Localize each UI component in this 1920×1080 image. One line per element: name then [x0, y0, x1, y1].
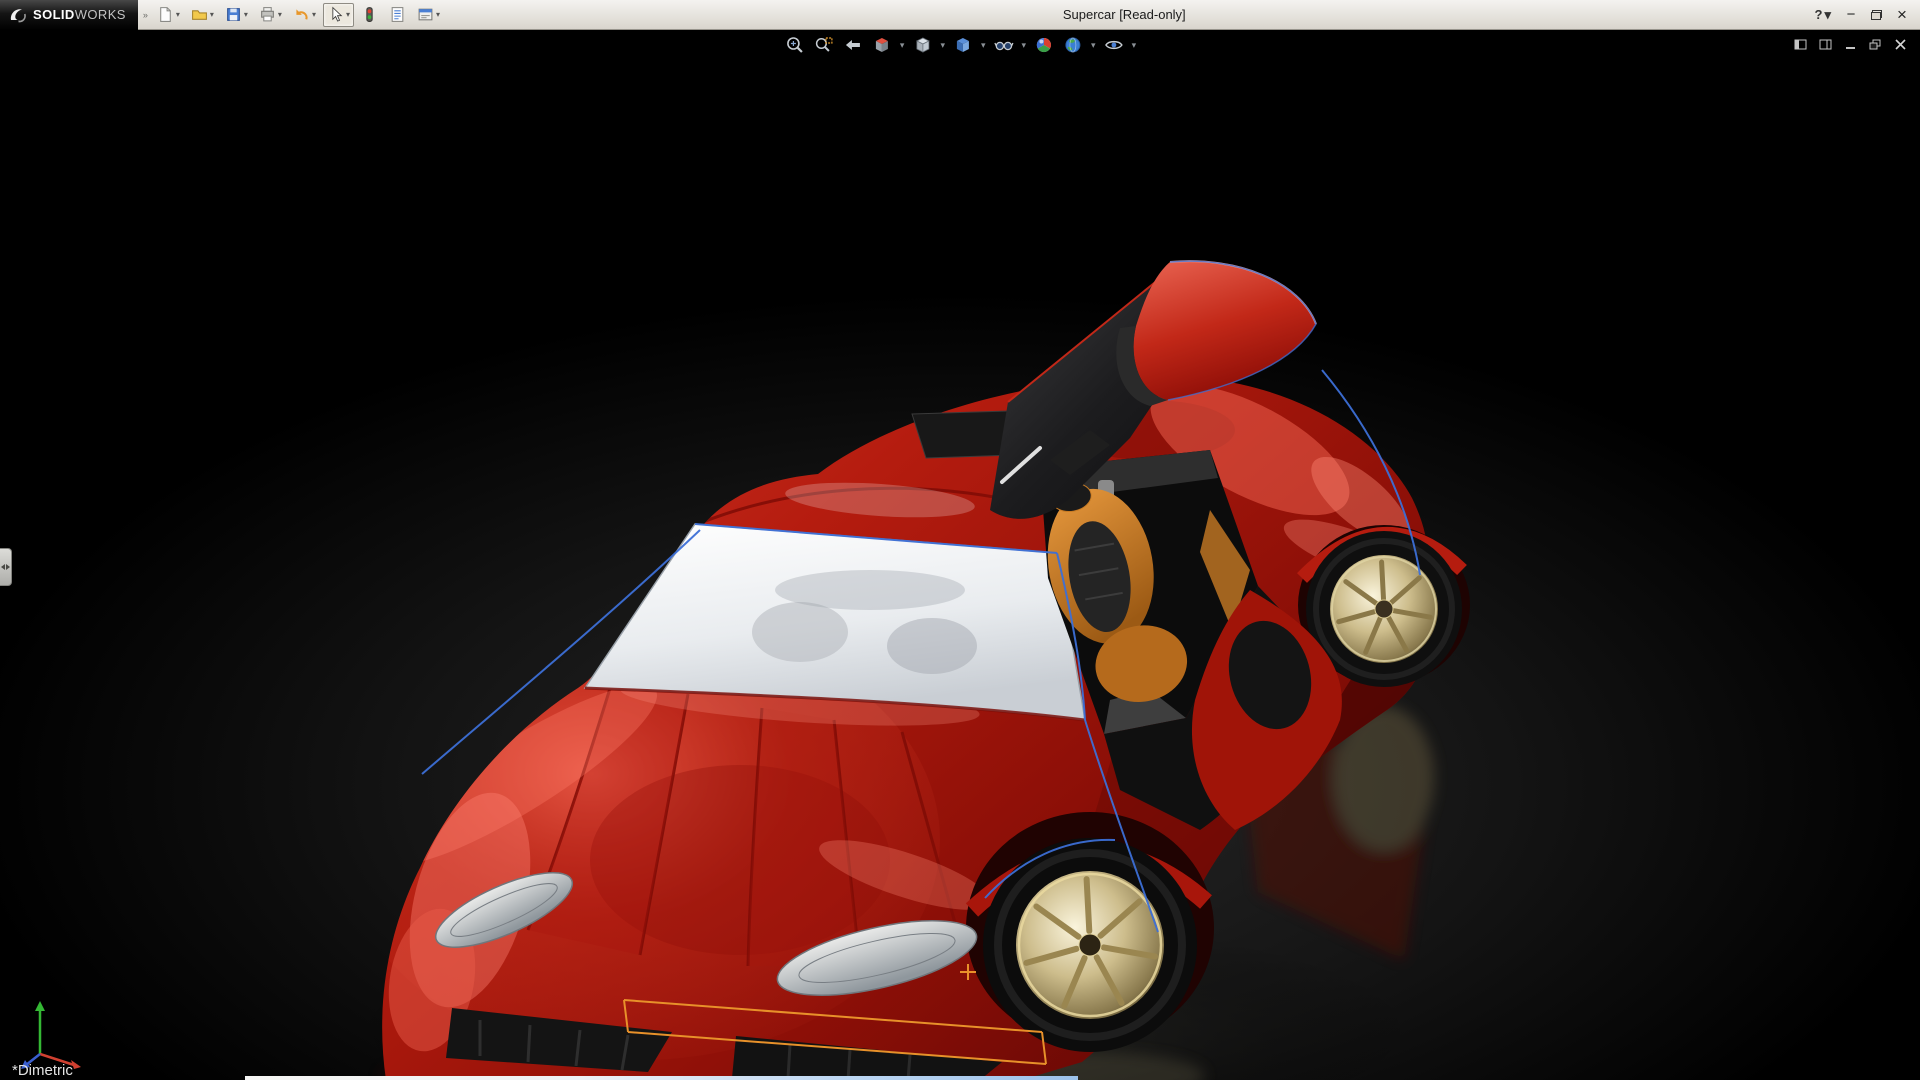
undo-button[interactable]: ▾	[289, 3, 320, 27]
save-floppy-icon	[225, 6, 242, 23]
zoom-to-fit-icon	[785, 35, 805, 55]
section-view-button[interactable]	[871, 34, 893, 56]
solidworks-window: SOLIDWORKS » ▾ ▾ ▾ ▾ ▾	[0, 0, 1920, 1080]
edit-appearance-button[interactable]	[1033, 34, 1055, 56]
zoom-to-area-button[interactable]	[813, 34, 835, 56]
file-properties-icon	[389, 6, 406, 23]
view-settings-button[interactable]	[1103, 34, 1125, 56]
hide-show-items-button[interactable]	[993, 34, 1015, 56]
edit-appearance-icon	[1034, 35, 1054, 55]
split-pane-left-button[interactable]	[1793, 37, 1808, 52]
print-icon	[259, 6, 276, 23]
chevron-down-icon: ▾	[346, 10, 350, 19]
previous-view-icon	[843, 35, 863, 55]
display-style-icon	[953, 35, 973, 55]
split-pane-left-icon	[1794, 38, 1807, 51]
minimize-window-button[interactable]: −	[1843, 7, 1859, 22]
new-document-icon	[157, 6, 174, 23]
rebuild-button[interactable]	[357, 3, 382, 27]
split-pane-right-icon	[1819, 38, 1832, 51]
close-document-icon	[1894, 38, 1907, 51]
document-window-controls	[1793, 37, 1908, 52]
display-style-button[interactable]	[952, 34, 974, 56]
collapse-left-arrow-icon	[1, 564, 5, 570]
file-properties-button[interactable]	[385, 3, 410, 27]
open-button[interactable]: ▾	[187, 3, 218, 27]
close-window-button[interactable]: ×	[1894, 6, 1910, 23]
new-document-button[interactable]: ▾	[153, 3, 184, 27]
hide-show-items-icon	[994, 35, 1014, 55]
heads-up-view-toolbar: ▾ ▾ ▾ ▾ ▾ ▾	[784, 34, 1136, 56]
zoom-to-fit-button[interactable]	[784, 34, 806, 56]
options-panel-icon	[417, 6, 434, 23]
print-button[interactable]: ▾	[255, 3, 286, 27]
titlebar: SOLIDWORKS » ▾ ▾ ▾ ▾ ▾	[0, 0, 1920, 30]
chevron-down-icon: ▾	[312, 10, 316, 19]
chevron-down-icon[interactable]: ▾	[1091, 41, 1096, 50]
solidworks-logo: SOLIDWORKS	[0, 0, 138, 30]
chevron-down-icon: ▾	[436, 10, 440, 19]
section-view-icon	[872, 35, 892, 55]
car-model[interactable]	[0, 30, 1920, 1080]
chevron-down-icon: ▾	[278, 10, 282, 19]
restore-document-icon	[1869, 38, 1882, 51]
windshield[interactable]	[585, 524, 1085, 720]
panel-collapse-handle[interactable]	[0, 548, 12, 586]
chevron-down-icon[interactable]: ▾	[1022, 41, 1027, 50]
quick-access-toolbar: ▾ ▾ ▾ ▾ ▾ ▾	[153, 3, 444, 27]
chevron-down-icon[interactable]: ▾	[981, 41, 986, 50]
apply-scene-icon	[1063, 35, 1083, 55]
help-label: ?	[1815, 7, 1823, 22]
brand-name-bold: SOLID	[33, 7, 75, 22]
view-orientation-button[interactable]	[911, 34, 933, 56]
dassault-systemes-logo-icon	[8, 6, 28, 24]
open-folder-icon	[191, 6, 208, 23]
apply-scene-button[interactable]	[1062, 34, 1084, 56]
window-title: Supercar [Read-only]	[444, 7, 1805, 22]
chevron-down-icon[interactable]: ▾	[900, 41, 905, 50]
chevron-down-icon[interactable]: ▾	[1132, 41, 1137, 50]
undo-arrow-icon	[293, 6, 310, 23]
options-button[interactable]: ▾	[413, 3, 444, 27]
restore-document-button[interactable]	[1868, 37, 1883, 52]
close-document-button[interactable]	[1893, 37, 1908, 52]
previous-view-button[interactable]	[842, 34, 864, 56]
restore-window-button[interactable]	[1871, 10, 1882, 20]
chevron-down-icon: ▾	[244, 10, 248, 19]
view-settings-icon	[1104, 35, 1124, 55]
chevron-down-icon: ▾	[210, 10, 214, 19]
chevron-down-icon: ▾	[176, 10, 180, 19]
window-controls: ? ▾ − ×	[1805, 6, 1920, 23]
split-pane-right-button[interactable]	[1818, 37, 1833, 52]
zoom-to-area-icon	[814, 35, 834, 55]
view-orientation-icon	[912, 35, 932, 55]
chevron-down-icon[interactable]: ▾	[940, 41, 945, 50]
save-button[interactable]: ▾	[221, 3, 252, 27]
toolbar-overflow-chevron[interactable]: »	[143, 10, 148, 20]
graphics-area[interactable]: ▾ ▾ ▾ ▾ ▾ ▾	[0, 30, 1920, 1080]
chevron-down-icon: ▾	[1824, 7, 1831, 23]
view-orientation-label: *Dimetric	[12, 1062, 73, 1079]
y-axis-arrow	[35, 1001, 45, 1011]
collapse-right-arrow-icon	[6, 564, 10, 570]
taskbar-sliver	[245, 1076, 1078, 1080]
select-cursor-icon	[327, 6, 344, 23]
brand-name-light: WORKS	[75, 7, 126, 22]
minimize-document-icon	[1844, 38, 1857, 51]
select-button[interactable]: ▾	[323, 3, 354, 27]
rebuild-traffic-light-icon	[361, 6, 378, 23]
help-button[interactable]: ? ▾	[1815, 7, 1831, 23]
minimize-document-button[interactable]	[1843, 37, 1858, 52]
